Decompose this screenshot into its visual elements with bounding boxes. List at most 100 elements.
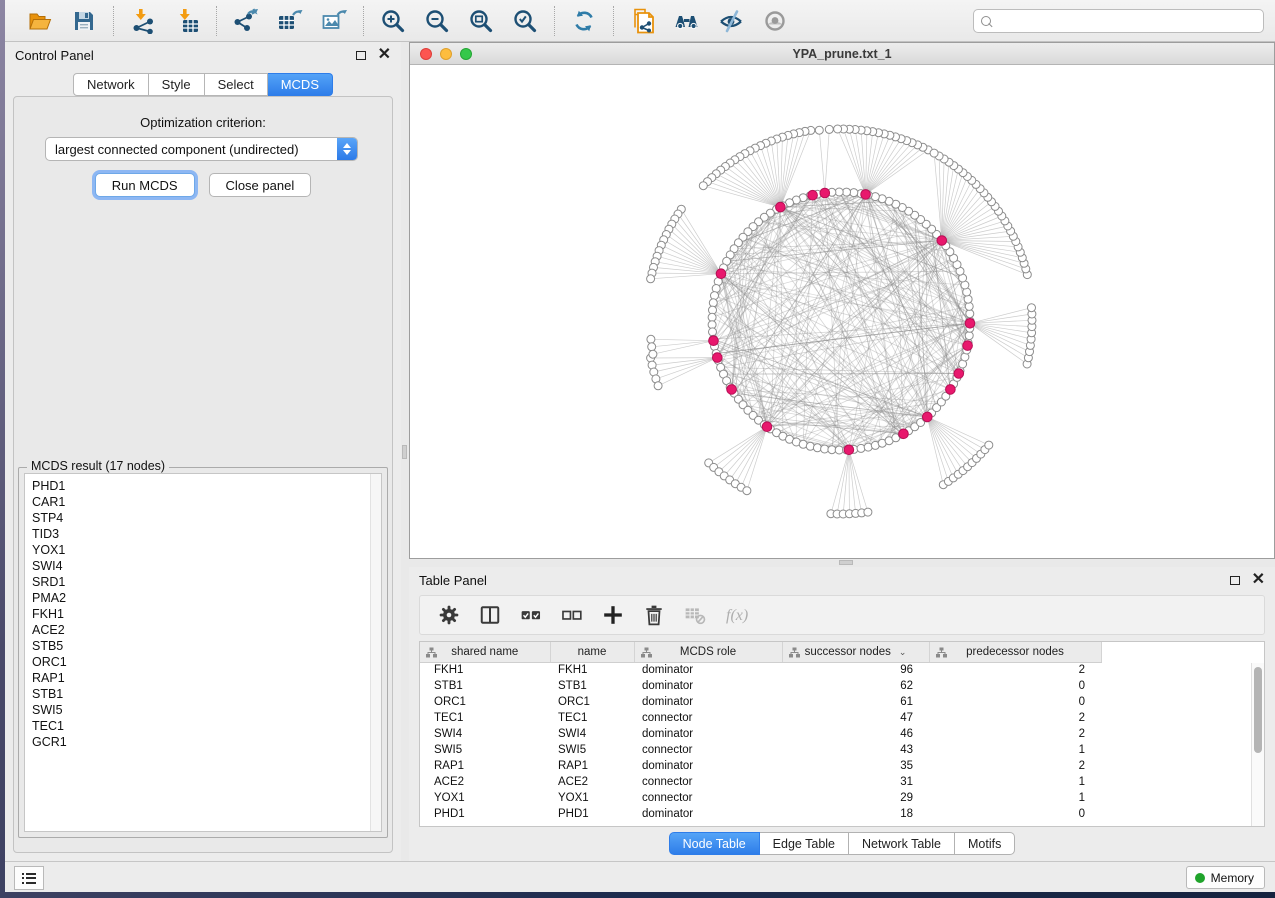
control-panel-title: Control Panel [15,48,94,63]
mcds-result-item[interactable]: STB1 [32,686,367,702]
delete-table-icon [684,604,706,626]
refresh-layout-icon[interactable] [570,7,598,35]
table-scrollbar-thumb[interactable] [1254,667,1262,753]
close-panel-button[interactable]: Close panel [209,173,312,197]
tab-network[interactable]: Network [73,73,149,96]
table-row[interactable]: SWI4SWI4dominator462 [420,726,1101,742]
tab-edge-table[interactable]: Edge Table [760,832,849,855]
float-panel-icon[interactable] [356,51,366,60]
mcds-result-item[interactable]: YOX1 [32,542,367,558]
show-all-icon[interactable] [761,7,789,35]
zoom-fit-icon[interactable] [467,7,495,35]
cell-successor-nodes: 96 [782,662,929,678]
search-box[interactable] [973,9,1264,33]
mcds-result-list[interactable]: PHD1CAR1STP4TID3YOX1SWI4SRD1PMA2FKH1ACE2… [24,473,382,832]
column-header-MCDS-role[interactable]: MCDS role [634,642,782,662]
tab-select[interactable]: Select [205,73,268,96]
column-header-name[interactable]: name [550,642,634,662]
mcds-result-item[interactable]: CAR1 [32,494,367,510]
mcds-result-item[interactable]: STP4 [32,510,367,526]
table-row[interactable]: YOX1YOX1connector291 [420,790,1101,806]
mcds-result-item[interactable]: SRD1 [32,574,367,590]
mcds-result-item[interactable]: ORC1 [32,654,367,670]
search-input[interactable] [992,11,1263,31]
export-network-icon[interactable] [232,7,260,35]
network-titlebar[interactable]: YPA_prune.txt_1 [410,43,1274,65]
memory-button[interactable]: Memory [1186,866,1265,889]
cell-MCDS-role: dominator [634,758,782,774]
float-panel-icon[interactable] [1230,576,1240,585]
cell-predecessor-nodes: 0 [929,678,1101,694]
close-window-icon[interactable] [420,48,432,60]
cell-shared-name: TEC1 [420,710,550,726]
cell-MCDS-role: dominator [634,806,782,822]
zoom-in-icon[interactable] [379,7,407,35]
vertical-splitter[interactable] [401,42,409,861]
tab-mcds[interactable]: MCDS [268,73,333,96]
mcds-result-item[interactable]: PMA2 [32,590,367,606]
mcds-result-item[interactable]: SWI4 [32,558,367,574]
mcds-result-item[interactable]: PHD1 [32,478,367,494]
cell-MCDS-role: dominator [634,662,782,678]
select-all-icon[interactable] [520,604,542,626]
criterion-dropdown[interactable]: largest connected component (undirected) [45,137,358,161]
mcds-result-item[interactable]: SWI5 [32,702,367,718]
tab-style[interactable]: Style [149,73,205,96]
open-file-icon[interactable] [26,7,54,35]
cell-successor-nodes: 31 [782,774,929,790]
mcds-result-item[interactable]: ACE2 [32,622,367,638]
table-row[interactable]: SWI5SWI5connector431 [420,742,1101,758]
table-row[interactable]: RAP1RAP1dominator352 [420,758,1101,774]
zoom-out-icon[interactable] [423,7,451,35]
tab-node-table[interactable]: Node Table [669,832,760,855]
cell-MCDS-role: connector [634,710,782,726]
zoom-window-icon[interactable] [460,48,472,60]
mcds-result-item[interactable]: FKH1 [32,606,367,622]
export-image-icon[interactable] [320,7,348,35]
split-panel-icon[interactable] [479,604,501,626]
zoom-selected-icon[interactable] [511,7,539,35]
mcds-result-item[interactable]: RAP1 [32,670,367,686]
mcds-list-scrollbar[interactable] [370,474,381,831]
table-row[interactable]: FKH1FKH1dominator962 [420,662,1101,678]
mcds-result-item[interactable]: TEC1 [32,718,367,734]
hide-selected-icon[interactable] [717,7,745,35]
table-row[interactable]: ORC1ORC1dominator610 [420,694,1101,710]
run-mcds-button[interactable]: Run MCDS [95,173,195,197]
horizontal-splitter[interactable] [409,559,1275,567]
table-row[interactable]: STB1STB1dominator620 [420,678,1101,694]
cell-MCDS-role: connector [634,790,782,806]
save-session-icon[interactable] [70,7,98,35]
tab-network-table[interactable]: Network Table [849,832,955,855]
table-row[interactable]: PHD1PHD1dominator180 [420,806,1101,822]
splitter-handle[interactable] [402,445,407,459]
deselect-all-icon[interactable] [561,604,583,626]
minimize-window-icon[interactable] [440,48,452,60]
cell-shared-name: PHD1 [420,806,550,822]
first-neighbors-icon[interactable] [673,7,701,35]
table-scrollbar[interactable] [1251,663,1264,826]
import-table-icon[interactable] [173,7,201,35]
tab-motifs[interactable]: Motifs [955,832,1015,855]
import-network-icon[interactable] [129,7,157,35]
cell-successor-nodes: 18 [782,806,929,822]
table-row[interactable]: ACE2ACE2connector311 [420,774,1101,790]
splitter-handle[interactable] [839,560,853,565]
table-settings-icon[interactable] [438,604,460,626]
column-header-shared-name[interactable]: shared name [420,642,550,662]
close-panel-icon[interactable]: ✕ [378,50,391,60]
close-panel-icon[interactable]: ✕ [1252,575,1265,585]
column-header-successor-nodes[interactable]: successor nodes⌄ [782,642,929,662]
task-history-button[interactable] [14,866,44,890]
cell-name: ACE2 [550,774,634,790]
mcds-result-item[interactable]: STB5 [32,638,367,654]
network-graph-canvas[interactable] [410,65,1274,558]
mcds-result-item[interactable]: TID3 [32,526,367,542]
delete-entry-icon[interactable] [643,604,665,626]
new-network-from-selection-icon[interactable] [629,7,657,35]
table-row[interactable]: TEC1TEC1connector472 [420,710,1101,726]
column-header-predecessor-nodes[interactable]: predecessor nodes [929,642,1101,662]
export-table-icon[interactable] [276,7,304,35]
add-entry-icon[interactable] [602,604,624,626]
mcds-result-item[interactable]: GCR1 [32,734,367,750]
